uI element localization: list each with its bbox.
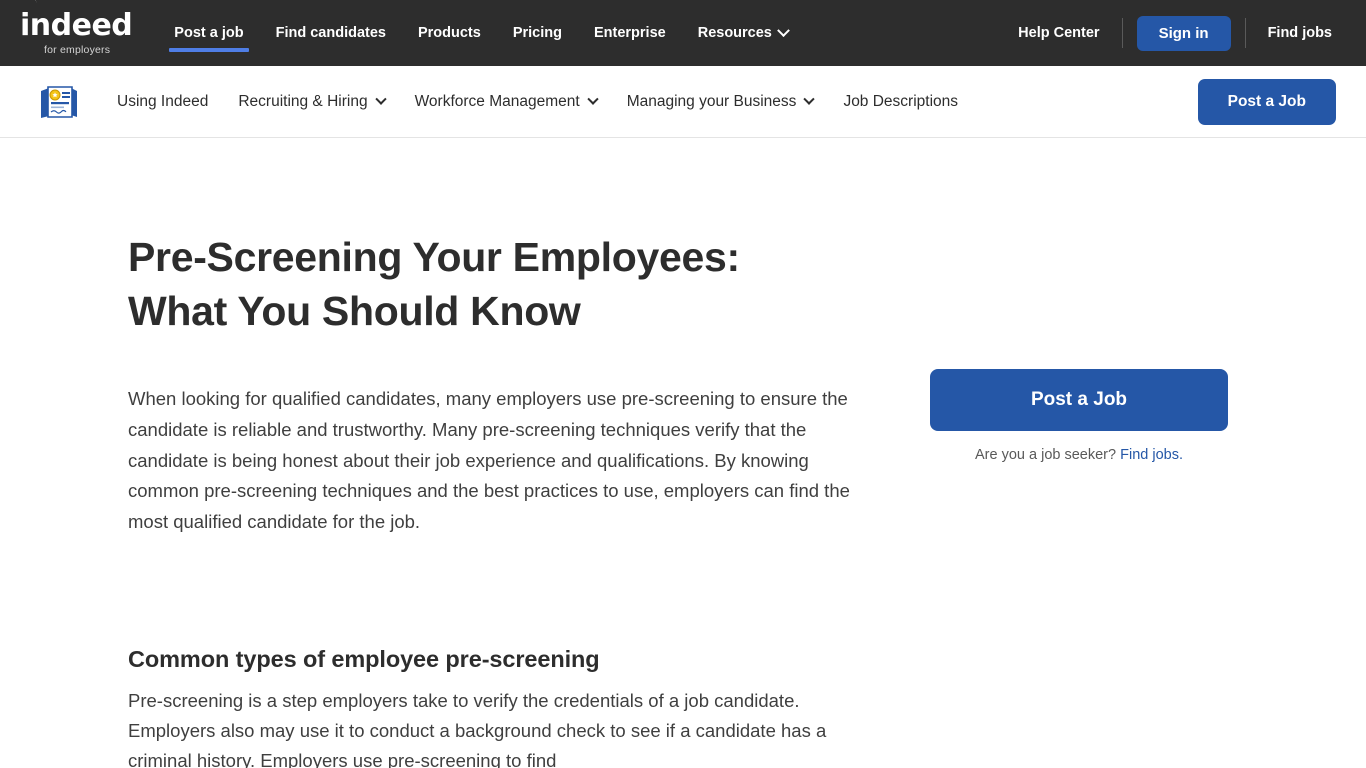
post-a-job-nav-button[interactable]: Post a Job (1197, 78, 1336, 125)
topnav-item-label: Products (417, 25, 481, 41)
subnav-item-managing-your-business[interactable]: Managing your Business (612, 93, 829, 111)
help-center-label: Help Center (1018, 25, 1100, 41)
topnav-item-label: Pricing (512, 25, 562, 41)
subnav-item-label: Recruiting & Hiring (238, 92, 368, 110)
section-heading: Common types of employee pre-screening (128, 645, 600, 672)
subnav-item-job-descriptions[interactable]: Job Descriptions (828, 93, 973, 111)
topnav-links: Post a job Find candidates Products Pric… (158, 0, 804, 66)
topnav-item-label: Resources (697, 25, 772, 41)
sidebar-column: Post a Job Are you a job seeker? Find jo… (930, 138, 1230, 768)
find-jobs-label: Find jobs (1267, 25, 1332, 41)
secondary-navigation-bar: Using Indeed Recruiting & Hiring Workfor… (0, 66, 1366, 138)
subnav-item-recruiting-and-hiring[interactable]: Recruiting & Hiring (223, 93, 399, 111)
subnav-item-label: Workforce Management (414, 92, 580, 110)
topnav-item-enterprise[interactable]: Enterprise (578, 0, 682, 66)
article-intro-paragraph: When looking for qualified candidates, m… (128, 388, 850, 533)
brand-wordmark: indeed (20, 7, 133, 43)
section-body-paragraph: Pre-screening is a step employers take t… (128, 689, 827, 768)
chevron-down-icon (374, 93, 387, 105)
chevron-down-icon (587, 93, 599, 105)
topnav-right-group: Help Center Sign in Find jobs (1002, 0, 1366, 66)
subnav-links: Using Indeed Recruiting & Hiring Workfor… (102, 93, 973, 111)
topnav-item-label: Enterprise (593, 25, 666, 41)
find-jobs-link[interactable]: Find jobs (1252, 25, 1348, 41)
topnav-item-post-a-job[interactable]: Post a job (158, 0, 259, 66)
topnav-item-label: Post a job (174, 25, 244, 41)
page-content: Pre-Screening Your Employees: What You S… (0, 138, 1366, 768)
nav-divider (1121, 18, 1123, 48)
chevron-down-icon (777, 23, 790, 37)
topnav-item-find-candidates[interactable]: Find candidates (260, 0, 402, 66)
job-seeker-prompt: Are you a job seeker? Find jobs. (930, 447, 1228, 463)
job-seeker-prompt-label: Are you a job seeker? (975, 447, 1117, 463)
find-jobs-sidebar-link[interactable]: Find jobs. (1120, 447, 1183, 463)
post-a-job-cta-button[interactable]: Post a Job (930, 369, 1228, 431)
nav-divider (1244, 18, 1246, 48)
topnav-item-products[interactable]: Products (402, 0, 497, 66)
subnav-item-label: Managing your Business (626, 92, 797, 110)
brand-tagline: for employers (44, 43, 111, 56)
subnav-item-using-indeed[interactable]: Using Indeed (102, 93, 223, 111)
top-navigation-bar: indeed for employers Post a job Find can… (0, 0, 1366, 66)
topnav-item-pricing[interactable]: Pricing (497, 0, 578, 66)
subnav-item-label: Using Indeed (117, 92, 209, 110)
topnav-item-label: Find candidates (275, 25, 386, 41)
topnav-item-resources[interactable]: Resources (682, 0, 804, 66)
help-center-link[interactable]: Help Center (1002, 25, 1115, 41)
indeed-swoosh-icon (15, 0, 37, 8)
topnav-left-group: indeed for employers Post a job Find can… (0, 0, 804, 66)
subnav-item-label: Job Descriptions (843, 92, 959, 110)
certificate-document-icon[interactable] (38, 83, 80, 121)
subnav-item-workforce-management[interactable]: Workforce Management (400, 93, 612, 111)
chevron-down-icon (803, 93, 816, 105)
page-title: Pre-Screening Your Employees: What You S… (128, 234, 740, 335)
article-column: Pre-Screening Your Employees: What You S… (128, 138, 873, 768)
indeed-for-employers-logo[interactable]: indeed for employers (14, 0, 146, 66)
sign-in-button[interactable]: Sign in (1136, 15, 1231, 51)
